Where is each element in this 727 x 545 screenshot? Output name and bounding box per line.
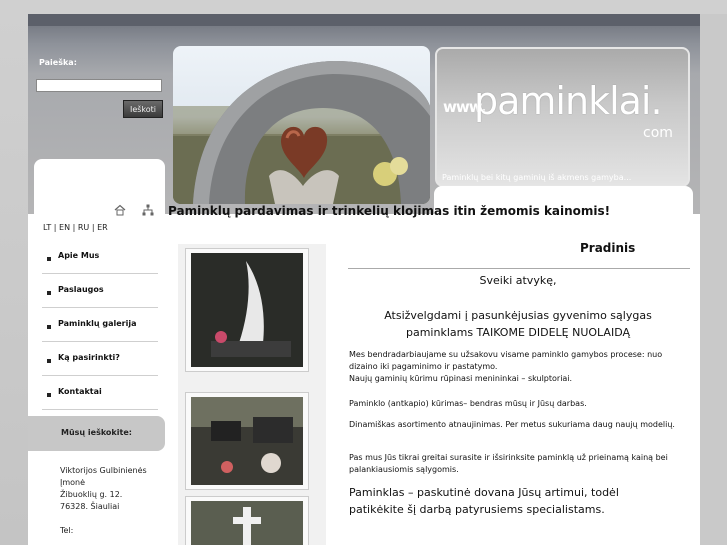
closing-statement: Paminklas – paskutinė dovana Jūsų artimu… bbox=[349, 484, 689, 518]
paragraph-line: Mes bendradarbiaujame su užsakovu visame… bbox=[349, 350, 663, 359]
header-photo-monument bbox=[173, 46, 430, 204]
promo-headline: Paminklų pardavimas ir trinkelių klojima… bbox=[168, 204, 611, 218]
nav-item-kontaktai[interactable]: Kontaktai bbox=[42, 376, 158, 410]
search-button[interactable]: Ieškoti bbox=[123, 100, 163, 118]
cross-monument-graphic bbox=[191, 501, 303, 545]
paragraph-line: Pas mus Jūs tikrai greitai surasite ir i… bbox=[349, 453, 668, 462]
header: Paieška: Ieškoti www. paminklai. com Pam… bbox=[28, 14, 700, 219]
lang-er[interactable]: ER bbox=[97, 223, 108, 232]
bullet-icon bbox=[47, 325, 51, 329]
cemetery-graphic bbox=[191, 397, 303, 485]
page-title: Pradinis bbox=[580, 241, 636, 255]
closing-line: Paminklas – paskutinė dovana Jūsų artimu… bbox=[349, 486, 619, 499]
site-frame: Paieška: Ieškoti www. paminklai. com Pam… bbox=[28, 14, 700, 545]
title-divider bbox=[348, 268, 690, 269]
gallery-image bbox=[191, 501, 303, 545]
discount-line: paminklams TAIKOME DIDELĘ NUOLAIDĄ bbox=[405, 326, 631, 339]
sitemap-icon[interactable] bbox=[142, 204, 154, 216]
bullet-icon bbox=[47, 291, 51, 295]
bullet-icon bbox=[47, 393, 51, 397]
lang-ru[interactable]: RU bbox=[78, 223, 89, 232]
nav-item-ka-pasirinkti[interactable]: Ką pasirinkti? bbox=[42, 342, 158, 376]
monument-sail-graphic bbox=[191, 253, 303, 367]
lang-separator: | bbox=[51, 223, 60, 232]
closing-line: patikėkite šį darbą patyrusiems speciali… bbox=[349, 503, 605, 516]
language-switcher: LT | EN | RU | ER bbox=[43, 223, 108, 232]
gallery-image bbox=[191, 253, 303, 367]
photo-gallery bbox=[178, 244, 326, 545]
address-line: Viktorijos Gulbinienės bbox=[60, 466, 147, 475]
address-line bbox=[60, 512, 147, 524]
nav-item-label: Apie Mus bbox=[58, 251, 100, 260]
lang-separator: | bbox=[70, 223, 78, 232]
address-line: Žibuoklių g. 12. bbox=[60, 490, 123, 499]
address-line: Tel: bbox=[60, 526, 74, 535]
lang-lt[interactable]: LT bbox=[43, 223, 51, 232]
paragraph-line: dizaino iki pagaminimo ir pastatymo. bbox=[349, 362, 498, 371]
monument-photo-graphic bbox=[173, 60, 430, 204]
seek-us-heading: Mūsų ieškokite: bbox=[28, 416, 165, 451]
lang-en[interactable]: EN bbox=[59, 223, 70, 232]
paragraph-creation: Paminklo (antkapio) kūrimas– bendras mūs… bbox=[349, 399, 587, 408]
nav-item-apie-mus[interactable]: Apie Mus bbox=[42, 240, 158, 274]
paragraph-assortment: Dinamiškas asortimento atnaujinimas. Per… bbox=[349, 420, 675, 429]
site-logo[interactable]: www. paminklai. com bbox=[435, 47, 690, 187]
gallery-thumb[interactable] bbox=[185, 248, 309, 372]
bullet-icon bbox=[47, 359, 51, 363]
header-topbar bbox=[28, 14, 700, 26]
paragraph-line: Naujų gaminių kūrimu rūpinasi menininkai… bbox=[349, 374, 573, 383]
address-line: 76328. Šiauliai bbox=[60, 502, 120, 511]
seek-us-title: Mūsų ieškokite: bbox=[61, 428, 132, 437]
nav-item-label: Paslaugos bbox=[58, 285, 104, 294]
search-input[interactable] bbox=[36, 79, 162, 92]
sidebar-nav: Apie Mus Paslaugos Paminklų galerija Ką … bbox=[42, 240, 158, 410]
address-block: Viktorijos Gulbinienės Įmonė Žibuoklių g… bbox=[60, 464, 147, 536]
logo-main-text: paminklai. bbox=[474, 79, 663, 123]
lang-separator: | bbox=[89, 223, 98, 232]
gallery-thumb[interactable] bbox=[185, 496, 309, 545]
paragraph-offer: Pas mus Jūs tikrai greitai surasite ir i… bbox=[349, 452, 689, 476]
address-line: Įmonė bbox=[60, 478, 86, 487]
tagline: Paminklų bei kitų gaminių iš akmens gamy… bbox=[442, 173, 632, 182]
paragraph-collaboration: Mes bendradarbiaujame su užsakovu visame… bbox=[349, 349, 689, 385]
home-icon[interactable] bbox=[114, 204, 126, 216]
welcome-text: Sveiki atvykę, bbox=[479, 274, 557, 287]
paragraph-line: palankiausiomis sąlygomis. bbox=[349, 465, 459, 474]
nav-item-paslaugos[interactable]: Paslaugos bbox=[42, 274, 158, 308]
discount-notice: Atsižvelgdami į pasunkėjusias gyvenimo s… bbox=[348, 307, 688, 341]
logo-com-text: com bbox=[643, 125, 673, 141]
gallery-image bbox=[191, 397, 303, 485]
nav-item-label: Paminklų galerija bbox=[58, 319, 137, 328]
nav-item-label: Ką pasirinkti? bbox=[58, 353, 120, 362]
gallery-thumb[interactable] bbox=[185, 392, 309, 490]
bullet-icon bbox=[47, 257, 51, 261]
search-label: Paieška: bbox=[39, 58, 77, 67]
discount-line: Atsižvelgdami į pasunkėjusias gyvenimo s… bbox=[384, 309, 652, 322]
nav-item-galerija[interactable]: Paminklų galerija bbox=[42, 308, 158, 342]
right-gutter bbox=[700, 14, 727, 545]
nav-item-label: Kontaktai bbox=[58, 387, 102, 396]
